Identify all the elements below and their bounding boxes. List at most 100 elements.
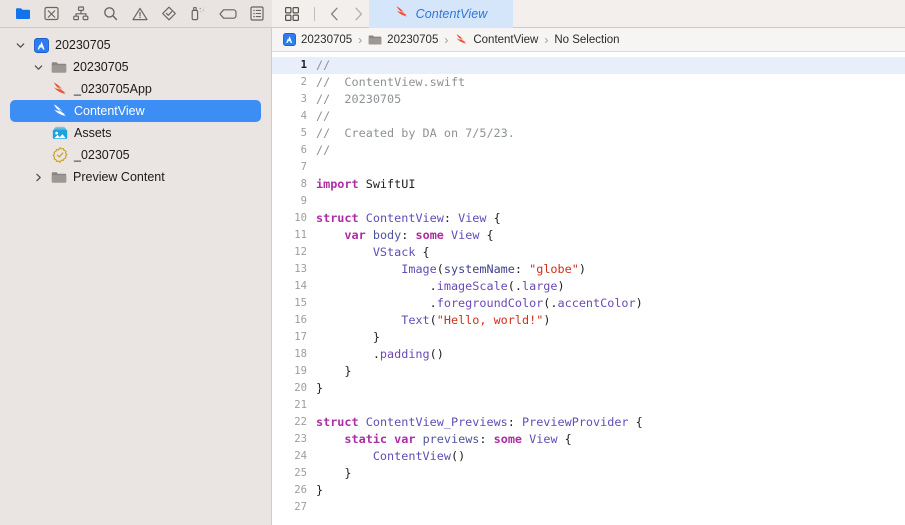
chevron-left-icon[interactable] bbox=[323, 1, 345, 27]
code-line[interactable]: 15 .foregroundColor(.accentColor) bbox=[272, 295, 905, 312]
chevron-right-icon[interactable] bbox=[347, 1, 369, 27]
code-line[interactable]: 2 // ContentView.swift bbox=[272, 74, 905, 91]
tree-row[interactable]: Preview Content bbox=[0, 166, 263, 188]
code-line[interactable]: 21 bbox=[272, 397, 905, 414]
top-toolbar: ContentView bbox=[0, 0, 905, 28]
project-navigator[interactable]: 20230705 20230705 _0230705App ContentVie… bbox=[0, 28, 272, 525]
search-icon[interactable] bbox=[96, 1, 125, 27]
code-text: } bbox=[316, 329, 905, 346]
code-line[interactable]: 5 // Created by DA on 7/5/23. bbox=[272, 125, 905, 142]
code-text: } bbox=[316, 482, 905, 499]
code-line[interactable]: 24 ContentView() bbox=[272, 448, 905, 465]
code-text: .padding() bbox=[316, 346, 905, 363]
code-line[interactable]: 6 // bbox=[272, 142, 905, 159]
code-line[interactable]: 18 .padding() bbox=[272, 346, 905, 363]
code-token: // ContentView.swift bbox=[316, 75, 466, 89]
code-line[interactable]: 11 var body: some View { bbox=[272, 227, 905, 244]
code-line[interactable]: 9 bbox=[272, 193, 905, 210]
code-line[interactable]: 8 import SwiftUI bbox=[272, 176, 905, 193]
code-line[interactable]: 20} bbox=[272, 380, 905, 397]
tree-row[interactable]: _0230705App bbox=[0, 78, 263, 100]
breadcrumb-label: 20230705 bbox=[301, 33, 353, 46]
code-token: { bbox=[557, 432, 572, 446]
spray-can-debug-icon[interactable] bbox=[184, 1, 213, 27]
chevron-down-icon[interactable] bbox=[14, 41, 27, 50]
code-line[interactable]: 26} bbox=[272, 482, 905, 499]
breadcrumb-label: ContentView bbox=[473, 33, 539, 46]
swift-file-white-icon bbox=[52, 103, 68, 119]
grid-view-icon[interactable] bbox=[278, 1, 306, 27]
code-line[interactable]: 1 // bbox=[272, 57, 905, 74]
code-text: // Created by DA on 7/5/23. bbox=[316, 125, 905, 142]
code-line[interactable]: 10 struct ContentView: View { bbox=[272, 210, 905, 227]
editor-toolbar-left bbox=[272, 0, 369, 27]
code-token: var bbox=[394, 432, 416, 446]
code-line[interactable]: 3 // 20230705 bbox=[272, 91, 905, 108]
code-text: var body: some View { bbox=[316, 227, 905, 244]
code-line[interactable]: 13 Image(systemName: "globe") bbox=[272, 261, 905, 278]
line-number: 12 bbox=[294, 246, 307, 258]
diamond-test-icon[interactable] bbox=[155, 1, 184, 27]
editor-pane: 20230705 › 20230705 › ContentView › No S… bbox=[272, 28, 905, 525]
breadcrumb-item-file[interactable]: ContentView bbox=[454, 33, 538, 47]
tree-label: Assets bbox=[74, 125, 112, 140]
breadcrumb-item-folder[interactable]: 20230705 bbox=[368, 33, 438, 47]
code-line[interactable]: 27 bbox=[272, 499, 905, 516]
breadcrumb-item-project[interactable]: 20230705 bbox=[282, 33, 352, 47]
code-text: // 20230705 bbox=[316, 91, 905, 108]
code-token: // bbox=[316, 58, 331, 72]
line-number: 3 bbox=[300, 93, 307, 105]
source-control-icon[interactable] bbox=[37, 1, 66, 27]
code-line[interactable]: 4 // bbox=[272, 108, 905, 125]
code-token: } bbox=[316, 466, 352, 480]
tree-row[interactable]: 20230705 bbox=[0, 56, 263, 78]
code-token: some bbox=[493, 432, 523, 446]
code-line[interactable]: 17 } bbox=[272, 329, 905, 346]
code-line[interactable]: 22 struct ContentView_Previews: PreviewPr… bbox=[272, 414, 905, 431]
code-token: some bbox=[415, 228, 444, 242]
code-token: : bbox=[479, 432, 494, 446]
code-token: import bbox=[316, 177, 359, 191]
code-text: VStack { bbox=[316, 244, 905, 261]
line-number: 11 bbox=[294, 229, 307, 241]
code-token: : bbox=[514, 262, 530, 276]
tab-bar-empty-space bbox=[513, 0, 905, 27]
sidebar-item-contentview[interactable]: ContentView bbox=[10, 100, 261, 122]
symbol-hierarchy-icon[interactable] bbox=[67, 1, 96, 27]
entitlements-badge-icon bbox=[52, 147, 68, 163]
warning-triangle-icon[interactable] bbox=[125, 1, 154, 27]
tree-row[interactable]: _0230705 bbox=[0, 144, 263, 166]
breakpoint-tag-icon[interactable] bbox=[213, 1, 242, 27]
chevron-right-icon[interactable] bbox=[32, 173, 45, 182]
code-line[interactable]: 7 bbox=[272, 159, 905, 176]
code-token: { bbox=[415, 245, 430, 259]
folder-gray-icon bbox=[51, 59, 67, 75]
chevron-down-icon[interactable] bbox=[32, 63, 45, 72]
code-token: View bbox=[458, 211, 487, 225]
code-line[interactable]: 25 } bbox=[272, 465, 905, 482]
code-line[interactable]: 14 .imageScale(.large) bbox=[272, 278, 905, 295]
code-token: ) bbox=[578, 262, 586, 276]
line-number: 23 bbox=[294, 433, 307, 445]
breadcrumb-label: No Selection bbox=[554, 33, 620, 46]
editor-tab-contentview[interactable]: ContentView bbox=[369, 0, 513, 28]
code-token: . bbox=[316, 347, 380, 361]
line-number: 14 bbox=[294, 280, 307, 292]
code-line[interactable]: 12 VStack { bbox=[272, 244, 905, 261]
code-token: ) bbox=[543, 313, 551, 327]
code-text: // bbox=[316, 142, 905, 159]
code-line[interactable]: 16 Text("Hello, world!") bbox=[272, 312, 905, 329]
folder-icon[interactable] bbox=[8, 1, 37, 27]
code-line[interactable]: 23 static var previews: some View { bbox=[272, 431, 905, 448]
breadcrumb-item-selection[interactable]: No Selection bbox=[554, 34, 619, 46]
code-editor[interactable]: 1//2// ContentView.swift 3 // 20230705 4//5… bbox=[272, 52, 905, 525]
swift-file-icon bbox=[52, 81, 68, 97]
code-line[interactable]: 19 } bbox=[272, 363, 905, 380]
code-token: } bbox=[316, 381, 324, 395]
code-text: Text("Hello, world!") bbox=[316, 312, 905, 329]
tree-row[interactable]: Assets bbox=[0, 122, 263, 144]
report-list-icon[interactable] bbox=[243, 1, 272, 27]
tree-row[interactable]: 20230705 bbox=[0, 34, 263, 56]
